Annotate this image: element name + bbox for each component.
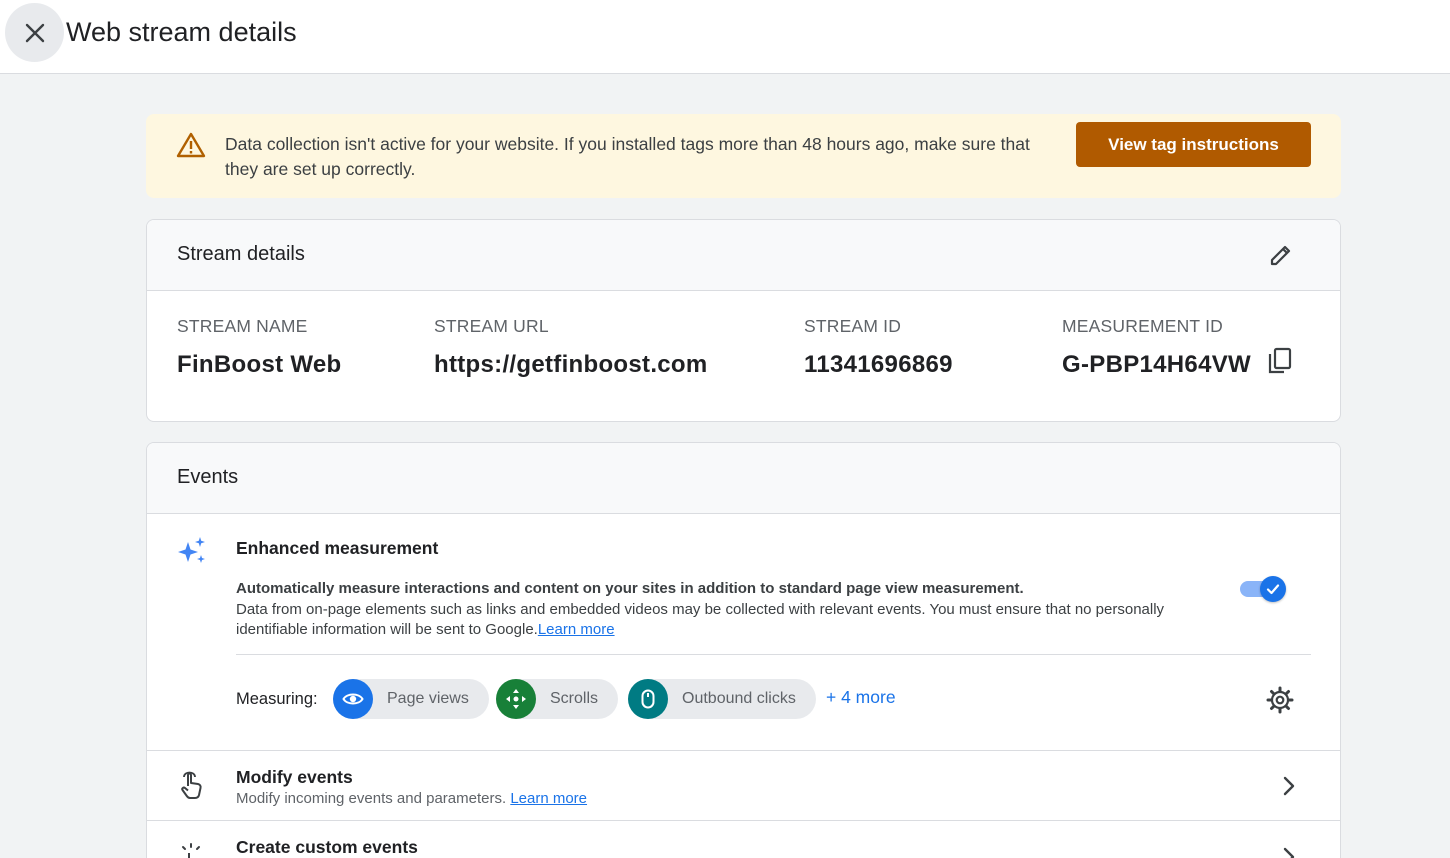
create-custom-events-title: Create custom events — [236, 837, 418, 857]
settings-gear-icon[interactable] — [1266, 686, 1294, 714]
row-separator — [147, 750, 1340, 751]
chip-label: Page views — [387, 690, 469, 707]
chip-label: Scrolls — [550, 690, 599, 707]
measuring-label: Measuring: — [236, 690, 318, 708]
measurement-id-label: MEASUREMENT ID — [1062, 316, 1223, 336]
more-measurements-link[interactable]: + 4 more — [826, 687, 896, 708]
mouse-icon — [641, 689, 655, 709]
chip-icon-circle — [333, 679, 373, 719]
modify-learn-more-link[interactable]: Learn more — [510, 790, 587, 807]
stream-name-label: STREAM NAME — [177, 316, 308, 336]
measurement-id-field: MEASUREMENT ID G-PBP14H64VW — [1062, 316, 1251, 379]
edit-pencil-icon[interactable] — [1268, 242, 1294, 268]
sparkle-icon — [178, 537, 205, 563]
stream-url-label: STREAM URL — [434, 316, 549, 336]
close-button[interactable] — [5, 3, 64, 62]
stream-details-title: Stream details — [177, 243, 305, 265]
measurement-id-value: G-PBP14H64VW — [1062, 351, 1251, 378]
touch-hand-icon — [181, 771, 202, 799]
page-title: Web stream details — [66, 17, 297, 47]
copy-icon[interactable] — [1267, 347, 1293, 375]
close-icon — [25, 23, 44, 42]
chip-scrolls[interactable]: Scrolls — [496, 679, 619, 719]
modify-events-text: Modify incoming events and parameters. — [236, 790, 507, 807]
data-collection-banner: Data collection isn't active for your we… — [146, 114, 1341, 198]
enhanced-measurement-title: Enhanced measurement — [236, 538, 439, 558]
stream-id-value: 11341696869 — [804, 351, 953, 378]
stream-url-value: https://getfinboost.com — [434, 351, 708, 378]
stream-id-label: STREAM ID — [804, 316, 902, 336]
stream-url-field: STREAM URL https://getfinboost.com — [434, 316, 708, 379]
chevron-right-icon[interactable] — [1282, 775, 1296, 797]
chip-icon-circle — [496, 679, 536, 719]
toggle-knob — [1260, 576, 1286, 602]
scroll-arrows-icon — [506, 689, 526, 709]
chip-outbound-clicks[interactable]: Outbound clicks — [628, 679, 816, 719]
stream-id-field: STREAM ID 11341696869 — [804, 316, 953, 379]
chip-label: Outbound clicks — [682, 690, 796, 707]
row-separator — [147, 820, 1340, 821]
click-sparkle-icon — [182, 843, 200, 858]
warning-icon — [176, 132, 206, 158]
chip-page-views[interactable]: Page views — [333, 679, 489, 719]
stream-details-card: Stream details STREAM NAME FinBoost Web … — [146, 219, 1341, 422]
events-card: Events Enhanced measurement Automaticall… — [146, 442, 1341, 858]
enhanced-measurement-description: Data from on-page elements such as links… — [236, 600, 1236, 640]
view-tag-instructions-button[interactable]: View tag instructions — [1076, 122, 1311, 167]
top-bar: Web stream details — [0, 0, 1450, 74]
banner-message: Data collection isn't active for your we… — [225, 134, 1030, 179]
stream-details-header: Stream details — [147, 220, 1340, 291]
events-header: Events — [147, 443, 1340, 514]
enhanced-measurement-toggle[interactable] — [1240, 574, 1286, 602]
enhanced-measurement-summary: Automatically measure interactions and c… — [236, 580, 1024, 597]
eye-icon — [342, 693, 364, 705]
chip-icon-circle — [628, 679, 668, 719]
checkmark-icon — [1266, 584, 1280, 595]
enhanced-learn-more-link[interactable]: Learn more — [538, 621, 615, 638]
events-title: Events — [177, 466, 239, 488]
enhanced-measurement-detail: Data from on-page elements such as links… — [236, 601, 1165, 638]
section-divider — [236, 654, 1311, 655]
modify-events-description: Modify incoming events and parameters. L… — [236, 790, 587, 807]
stream-name-field: STREAM NAME FinBoost Web — [177, 316, 341, 379]
stream-name-value: FinBoost Web — [177, 351, 342, 378]
modify-events-title: Modify events — [236, 767, 353, 787]
chevron-right-icon[interactable] — [1282, 846, 1296, 858]
